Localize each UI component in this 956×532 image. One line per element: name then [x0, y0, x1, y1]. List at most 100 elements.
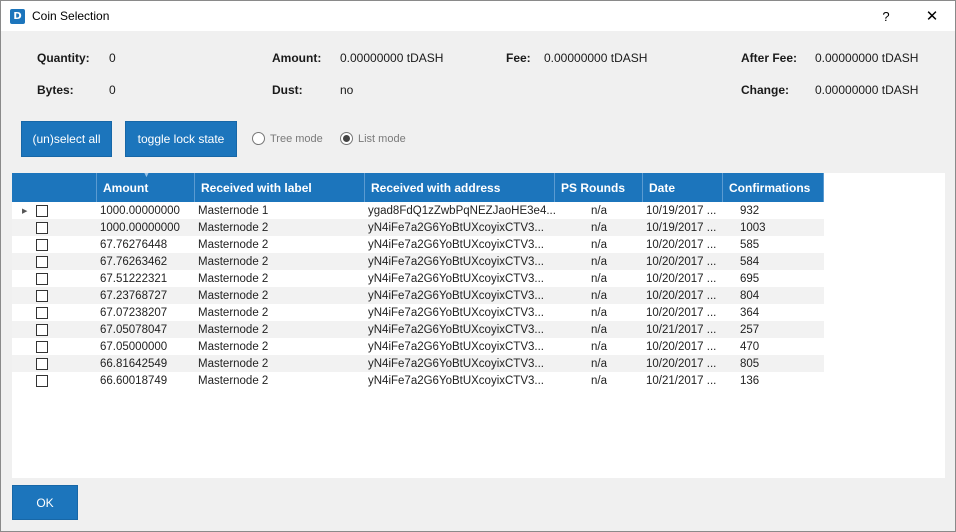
table-row[interactable]: 67.76276448 Masternode 2 yN4iFe7a2G6YoBtUX…: [12, 236, 824, 253]
table-body: ▶ 1000.00000000 Masternode 1 ygad8FdQ1zZwbP…: [12, 202, 824, 389]
column-header-amount[interactable]: ▼ Amount: [97, 172, 195, 202]
row-checkbox[interactable]: [36, 238, 48, 251]
tree-mode-radio[interactable]: Tree mode: [252, 132, 323, 145]
column-header-confirmations[interactable]: Confirmations: [723, 173, 824, 202]
sort-down-icon: ▼: [143, 172, 150, 179]
date-cell: 10/21/2017 ...: [646, 323, 717, 336]
address-cell: yN4iFe7a2G6YoBtUXcoyixCTV3...: [368, 289, 544, 302]
table-header: ▼ Amount Received with label Received wi…: [12, 172, 824, 202]
confirmations-cell: 585: [740, 238, 760, 251]
row-checkbox[interactable]: [36, 340, 48, 353]
address-cell: yN4iFe7a2G6YoBtUXcoyixCTV3...: [368, 306, 544, 319]
row-checkbox[interactable]: [36, 272, 48, 285]
list-mode-label: List mode: [358, 132, 406, 145]
confirmations-cell: 584: [740, 255, 760, 268]
table-row[interactable]: 67.05078047 Masternode 2 yN4iFe7a2G6YoBtUX…: [12, 321, 824, 338]
table-row[interactable]: 66.81642549 Masternode 2 yN4iFe7a2G6YoBtUX…: [12, 355, 824, 372]
amount-cell: 66.60018749: [100, 374, 168, 387]
row-select-cell: [12, 355, 97, 372]
amount-cell: 67.51222321: [100, 272, 168, 285]
amount-label: Amount:: [272, 51, 322, 65]
column-header-label[interactable]: Received with label: [195, 173, 365, 202]
row-checkbox[interactable]: [36, 204, 48, 217]
date-cell: 10/20/2017 ...: [646, 340, 717, 353]
column-header-date[interactable]: Date: [643, 173, 723, 202]
toggle-lock-state-button[interactable]: toggle lock state: [125, 121, 237, 157]
coins-table: ▼ Amount Received with label Received wi…: [12, 172, 945, 478]
row-select-cell: [12, 236, 97, 253]
row-checkbox[interactable]: [36, 323, 48, 336]
table-row[interactable]: 67.23768727 Masternode 2 yN4iFe7a2G6YoBtUX…: [12, 287, 824, 304]
row-select-cell: [12, 372, 97, 389]
dust-value: no: [340, 83, 354, 97]
ps-rounds-cell: n/a: [591, 204, 607, 217]
row-checkbox[interactable]: [36, 306, 48, 319]
amount-cell: 1000.00000000: [100, 204, 180, 217]
row-checkbox[interactable]: [36, 255, 48, 268]
date-cell: 10/20/2017 ...: [646, 357, 717, 370]
row-checkbox[interactable]: [36, 221, 48, 234]
date-cell: 10/20/2017 ...: [646, 306, 717, 319]
bytes-label: Bytes:: [37, 83, 74, 97]
ps-rounds-cell: n/a: [591, 272, 607, 285]
after-fee-value: 0.00000000 tDASH: [815, 51, 919, 65]
change-value: 0.00000000 tDASH: [815, 83, 919, 97]
amount-cell: 67.05000000: [100, 340, 168, 353]
fee-label: Fee:: [506, 51, 531, 65]
tree-mode-radio-circle[interactable]: [252, 132, 265, 145]
column-header-address[interactable]: Received with address: [365, 173, 555, 202]
amount-cell: 67.23768727: [100, 289, 168, 302]
row-checkbox[interactable]: [36, 374, 48, 387]
column-header-select[interactable]: [12, 173, 97, 202]
label-cell: Masternode 2: [198, 238, 269, 251]
table-row[interactable]: 67.51222321 Masternode 2 yN4iFe7a2G6YoBtUX…: [12, 270, 824, 287]
table-row[interactable]: ▶ 1000.00000000 Masternode 1 ygad8FdQ1zZwbP…: [12, 202, 824, 219]
date-cell: 10/19/2017 ...: [646, 204, 717, 217]
amount-cell: 67.07238207: [100, 306, 168, 319]
date-cell: 10/19/2017 ...: [646, 221, 717, 234]
list-mode-radio[interactable]: List mode: [340, 132, 406, 145]
ps-rounds-cell: n/a: [591, 221, 607, 234]
help-button[interactable]: ?: [863, 1, 909, 31]
ps-rounds-cell: n/a: [591, 323, 607, 336]
row-checkbox[interactable]: [36, 357, 48, 370]
confirmations-cell: 932: [740, 204, 760, 217]
table-row[interactable]: 66.60018749 Masternode 2 yN4iFe7a2G6YoBtUX…: [12, 372, 824, 389]
amount-cell: 66.81642549: [100, 357, 168, 370]
coin-selection-dialog: D Coin Selection ? ✕ Quantity: 0 Bytes: …: [0, 0, 956, 532]
table-row[interactable]: 1000.00000000 Masternode 2 yN4iFe7a2G6YoBt…: [12, 219, 824, 236]
dash-app-icon: D: [10, 8, 25, 24]
table-row[interactable]: 67.07238207 Masternode 2 yN4iFe7a2G6YoBtUX…: [12, 304, 824, 321]
date-cell: 10/20/2017 ...: [646, 289, 717, 302]
quantity-label: Quantity:: [37, 51, 90, 65]
label-cell: Masternode 2: [198, 306, 269, 319]
amount-cell: 1000.00000000: [100, 221, 180, 234]
label-cell: Masternode 2: [198, 255, 269, 268]
address-cell: yN4iFe7a2G6YoBtUXcoyixCTV3...: [368, 238, 544, 251]
table-row[interactable]: 67.05000000 Masternode 2 yN4iFe7a2G6YoBtUX…: [12, 338, 824, 355]
amount-cell: 67.05078047: [100, 323, 168, 336]
label-cell: Masternode 2: [198, 272, 269, 285]
row-checkbox[interactable]: [36, 289, 48, 302]
table-row[interactable]: 67.76263462 Masternode 2 yN4iFe7a2G6YoBtUX…: [12, 253, 824, 270]
row-select-cell: [12, 287, 97, 304]
expand-arrow-icon[interactable]: ▶: [22, 207, 27, 215]
close-button[interactable]: ✕: [909, 1, 955, 31]
label-cell: Masternode 1: [198, 204, 269, 217]
ps-rounds-cell: n/a: [591, 238, 607, 251]
confirmations-cell: 470: [740, 340, 760, 353]
column-header-ps-rounds[interactable]: PS Rounds: [555, 173, 643, 202]
address-cell: yN4iFe7a2G6YoBtUXcoyixCTV3...: [368, 272, 544, 285]
confirmations-cell: 1003: [740, 221, 766, 234]
ps-rounds-cell: n/a: [591, 289, 607, 302]
select-all-button[interactable]: (un)select all: [21, 121, 112, 157]
address-cell: yN4iFe7a2G6YoBtUXcoyixCTV3...: [368, 255, 544, 268]
ps-rounds-cell: n/a: [591, 357, 607, 370]
row-select-cell: [12, 270, 97, 287]
confirmations-cell: 364: [740, 306, 760, 319]
fee-value: 0.00000000 tDASH: [544, 51, 648, 65]
list-mode-radio-circle[interactable]: [340, 132, 353, 145]
ok-button[interactable]: OK: [12, 485, 78, 520]
quantity-value: 0: [109, 51, 116, 65]
address-cell: yN4iFe7a2G6YoBtUXcoyixCTV3...: [368, 323, 544, 336]
